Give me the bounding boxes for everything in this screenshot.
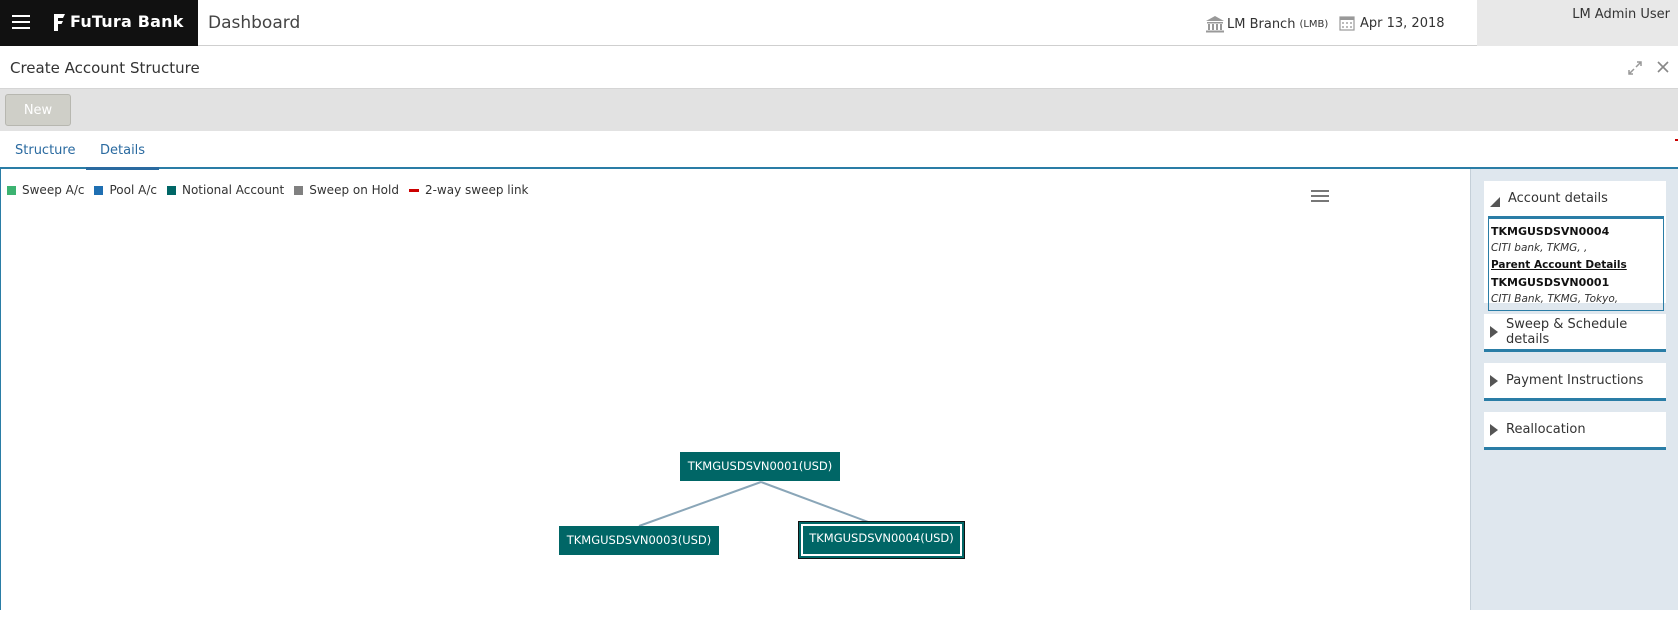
futura-logo-icon	[54, 14, 65, 31]
header-title: Dashboard	[208, 13, 301, 33]
expand-icon	[1490, 325, 1498, 338]
sweep-schedule-panel: Sweep & Schedule details	[1484, 314, 1666, 352]
tab-structure[interactable]: Structure	[15, 143, 75, 167]
branch-name: LM Branch	[1227, 16, 1296, 32]
user-menu[interactable]: LM Admin User	[1477, 0, 1678, 46]
sweep-schedule-header[interactable]: Sweep & Schedule details	[1484, 314, 1666, 349]
close-icon[interactable]	[1654, 60, 1672, 78]
toolbar: New	[0, 89, 1678, 131]
app-header: FuTura Bank Dashboard LM Branch (LMB) Ap…	[0, 0, 1678, 46]
panel-divider	[1484, 447, 1666, 450]
current-date: Apr 13, 2018	[1360, 15, 1445, 31]
tree-node-child-selected[interactable]: TKMGUSDSVN0004(USD)	[799, 522, 964, 558]
payment-instructions-panel: Payment Instructions	[1484, 363, 1666, 401]
page-header: Create Account Structure	[0, 47, 1678, 89]
window-controls	[1626, 60, 1672, 78]
tree-node-root[interactable]: TKMGUSDSVN0001(USD)	[680, 452, 840, 481]
date-selector[interactable]: Apr 13, 2018	[1339, 15, 1445, 31]
tree-links	[638, 481, 880, 527]
parent-account-info: CITI Bank, TKMG, Tokyo,	[1491, 293, 1619, 305]
parent-account-number: TKMGUSDSVN0001	[1491, 276, 1610, 289]
branch-selector[interactable]: LM Branch (LMB)	[1205, 15, 1328, 33]
tree-node-child[interactable]: TKMGUSDSVN0003(USD)	[559, 526, 719, 555]
collapse-icon	[1490, 196, 1500, 207]
minimize-icon[interactable]	[1626, 60, 1644, 78]
reallocation-panel: Reallocation	[1484, 412, 1666, 450]
details-sidebar: Account details TKMGUSDSVN0004 CITI bank…	[1470, 169, 1678, 610]
branch-code: (LMB)	[1299, 18, 1329, 30]
panel-divider	[1484, 349, 1666, 352]
account-details-header[interactable]: Account details	[1484, 181, 1666, 216]
panel-title: Reallocation	[1506, 422, 1586, 437]
panel-divider	[1484, 398, 1666, 401]
expand-icon	[1490, 423, 1498, 436]
reallocation-header[interactable]: Reallocation	[1484, 412, 1666, 447]
account-details-box: TKMGUSDSVN0004 CITI bank, TKMG, , Parent…	[1488, 216, 1664, 311]
tab-details[interactable]: Details	[86, 143, 160, 170]
expand-icon	[1490, 374, 1498, 387]
parent-account-link[interactable]: Parent Account Details	[1491, 257, 1663, 274]
panel-title: Payment Instructions	[1506, 373, 1644, 388]
tab-bar: Structure Details	[0, 131, 1678, 170]
tree-link	[638, 481, 762, 527]
account-details-panel: Account details TKMGUSDSVN0004 CITI bank…	[1484, 181, 1666, 311]
structure-canvas: Sweep A/c Pool A/c Notional Account Swee…	[0, 169, 1470, 610]
panel-title: Account details	[1508, 191, 1608, 206]
brand-bar: FuTura Bank	[0, 0, 198, 46]
user-name: LM Admin User	[1572, 7, 1670, 22]
bank-building-icon	[1206, 16, 1224, 33]
calendar-icon	[1339, 16, 1355, 31]
account-info: CITI bank, TKMG, ,	[1491, 242, 1588, 254]
brand-name[interactable]: FuTura Bank	[70, 12, 184, 31]
page-title: Create Account Structure	[10, 59, 200, 77]
account-number: TKMGUSDSVN0004	[1491, 225, 1610, 238]
panel-title: Sweep & Schedule details	[1506, 316, 1628, 347]
new-button[interactable]: New	[5, 94, 71, 126]
hamburger-menu-icon[interactable]	[12, 15, 30, 29]
payment-instructions-header[interactable]: Payment Instructions	[1484, 363, 1666, 398]
tree-link	[760, 481, 880, 527]
